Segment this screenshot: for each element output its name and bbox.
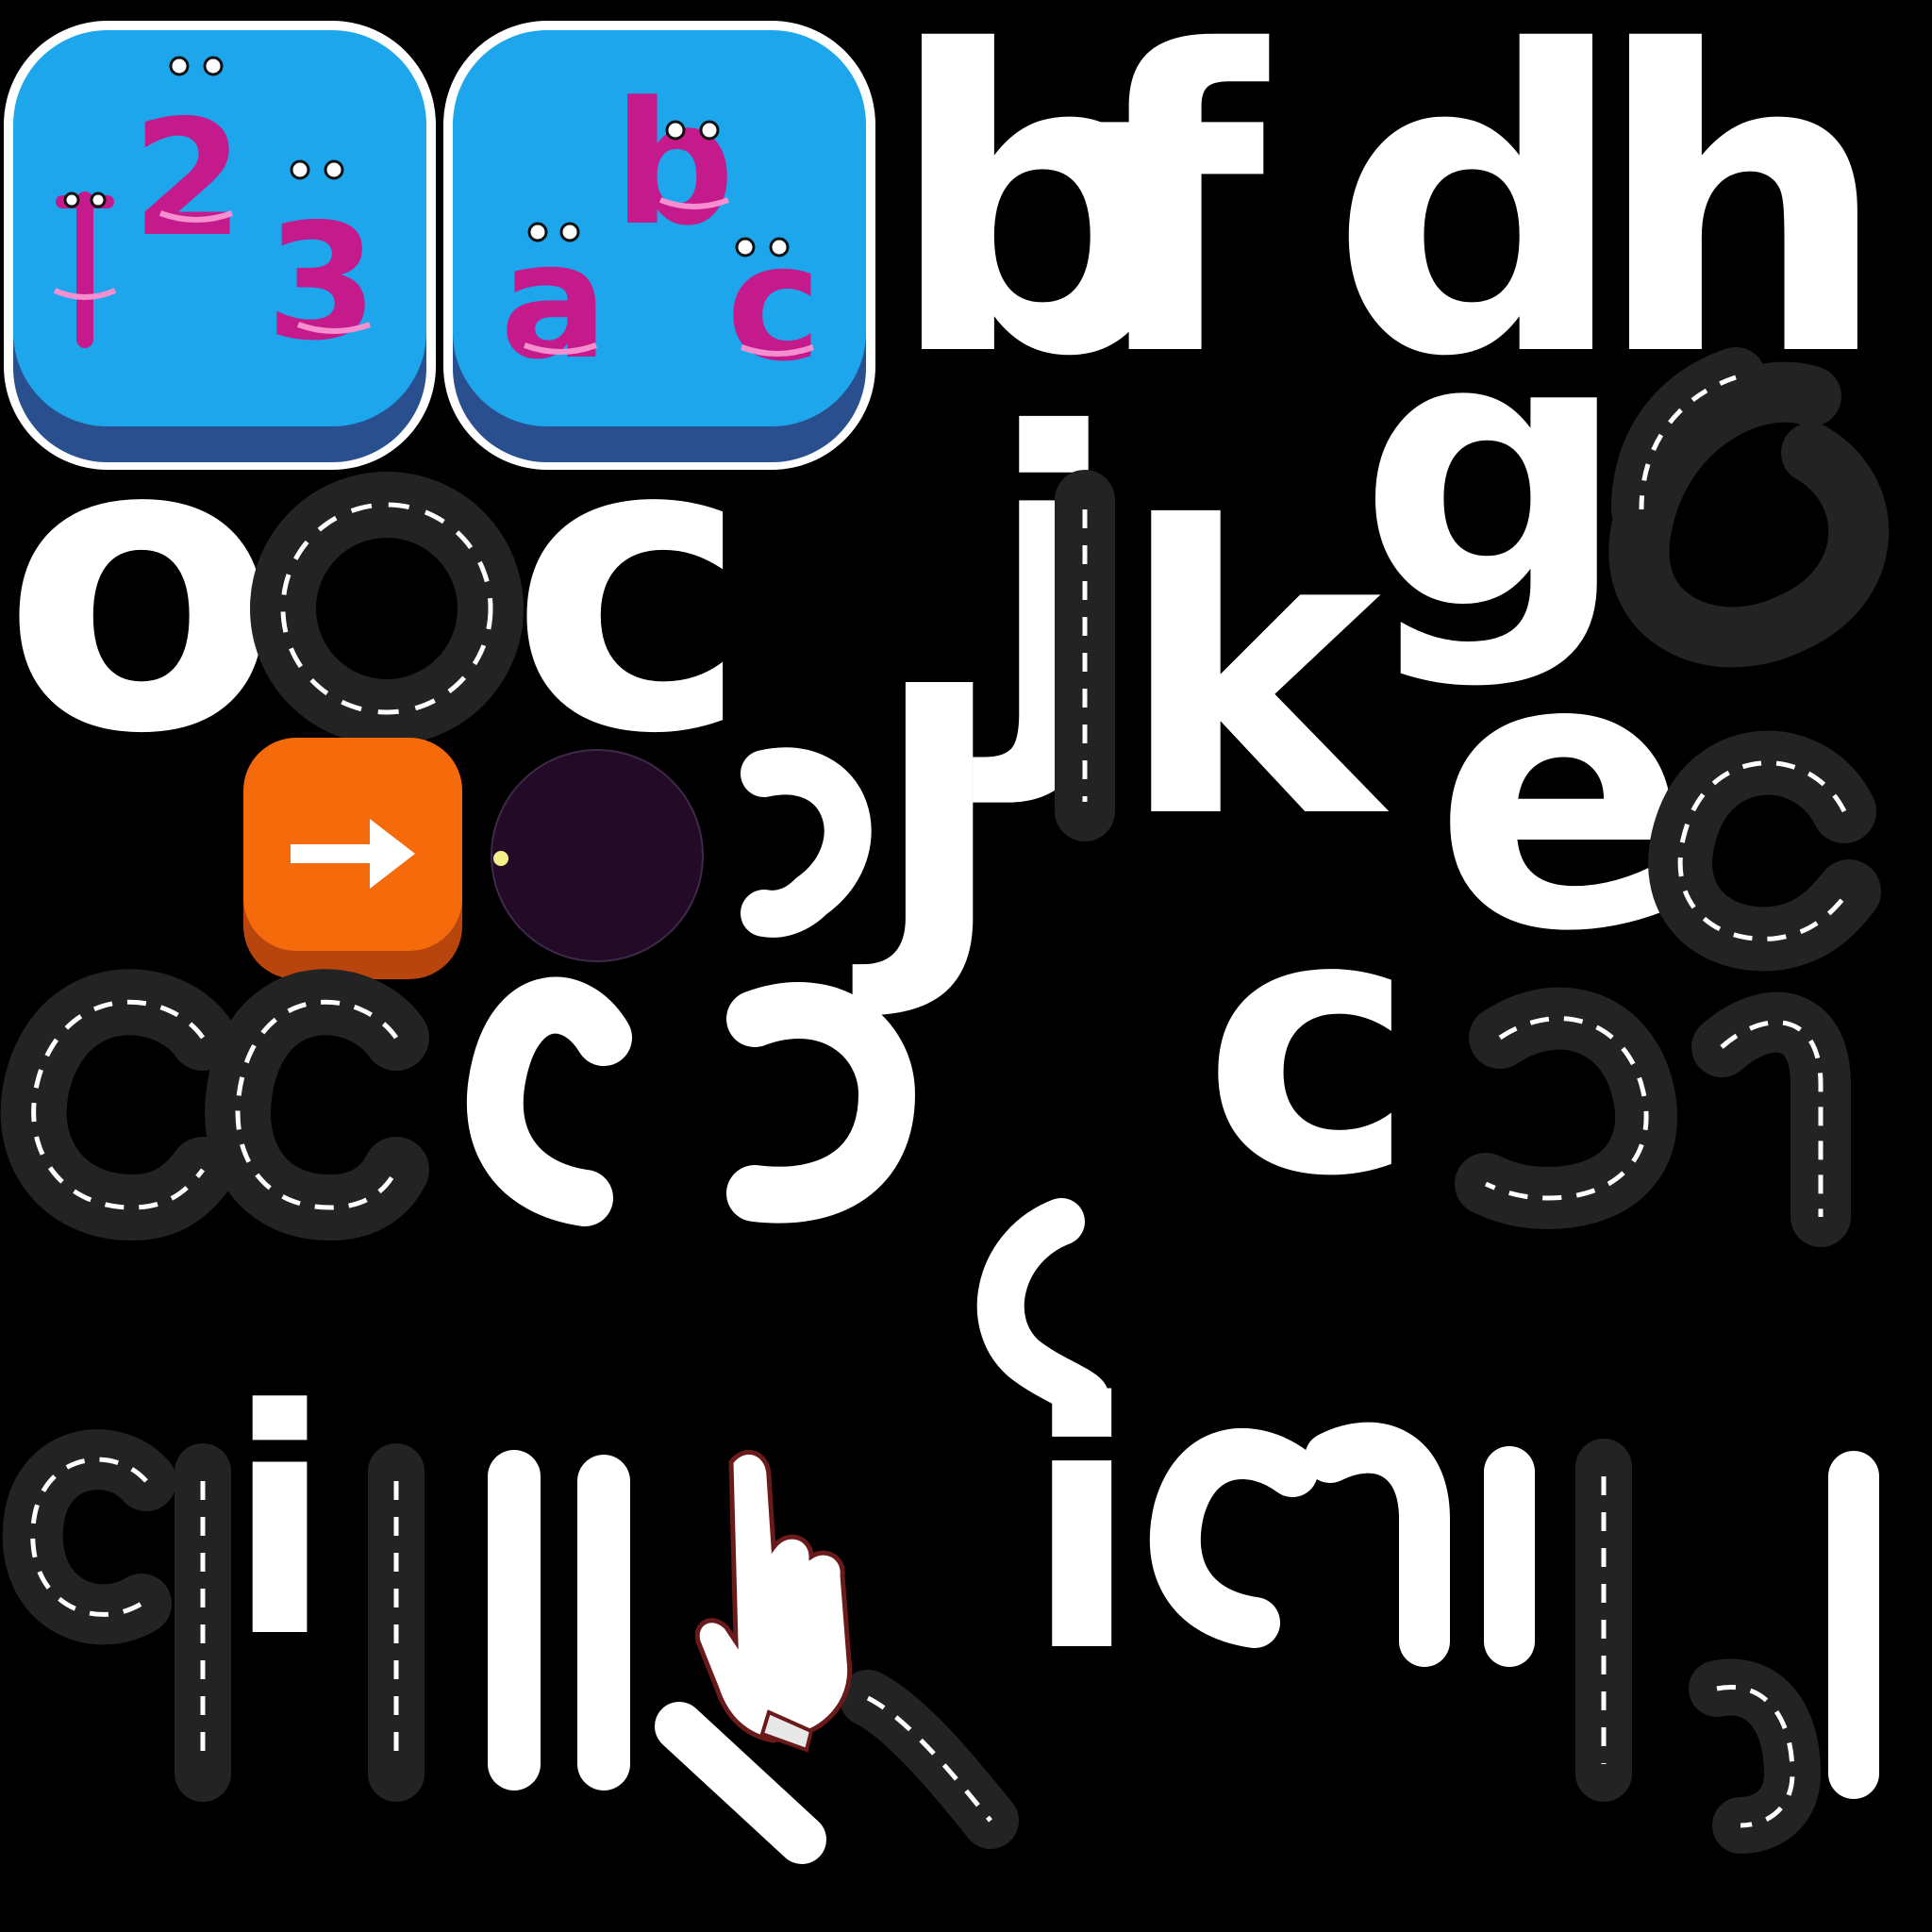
glyph-j-cap: J <box>850 610 1006 1028</box>
letters-label-b: b <box>613 66 735 263</box>
trace-c-right <box>1648 730 1881 972</box>
white-c-reversed <box>726 982 916 1224</box>
white-c-small <box>1149 1428 1318 1648</box>
trace-a <box>2 1429 176 1645</box>
white-c-open <box>466 976 632 1226</box>
next-button[interactable] <box>243 738 462 979</box>
sprite-sheet: 2 3 a b c b f d h g o c j k J e c i i <box>0 0 1890 1864</box>
trace-c-reversed <box>1455 987 1677 1230</box>
trace-c-1 <box>0 969 236 1241</box>
white-n-hook <box>1305 1422 1450 1667</box>
numbers-label-3: 3 <box>266 190 377 376</box>
start-dot[interactable] <box>491 749 704 962</box>
hand-pointer-icon <box>694 1449 853 1753</box>
trace-diagonal <box>840 1670 1019 1849</box>
arc-piece-right <box>741 747 872 938</box>
glyph-i-2: i <box>1024 1331 1140 1726</box>
glyph-o: o <box>2 351 280 823</box>
trace-o <box>250 472 524 745</box>
trace-j-hook <box>1689 1658 1822 1854</box>
numbers-label-2: 2 <box>132 86 243 273</box>
glyph-c-row2: c <box>509 351 750 823</box>
glyph-i: i <box>226 1343 333 1706</box>
trace-n-hump <box>1691 991 1851 1247</box>
glyph-e: e <box>1434 575 1690 1014</box>
glyph-c-row4: c <box>1203 837 1415 1255</box>
trace-c-2 <box>205 969 429 1241</box>
